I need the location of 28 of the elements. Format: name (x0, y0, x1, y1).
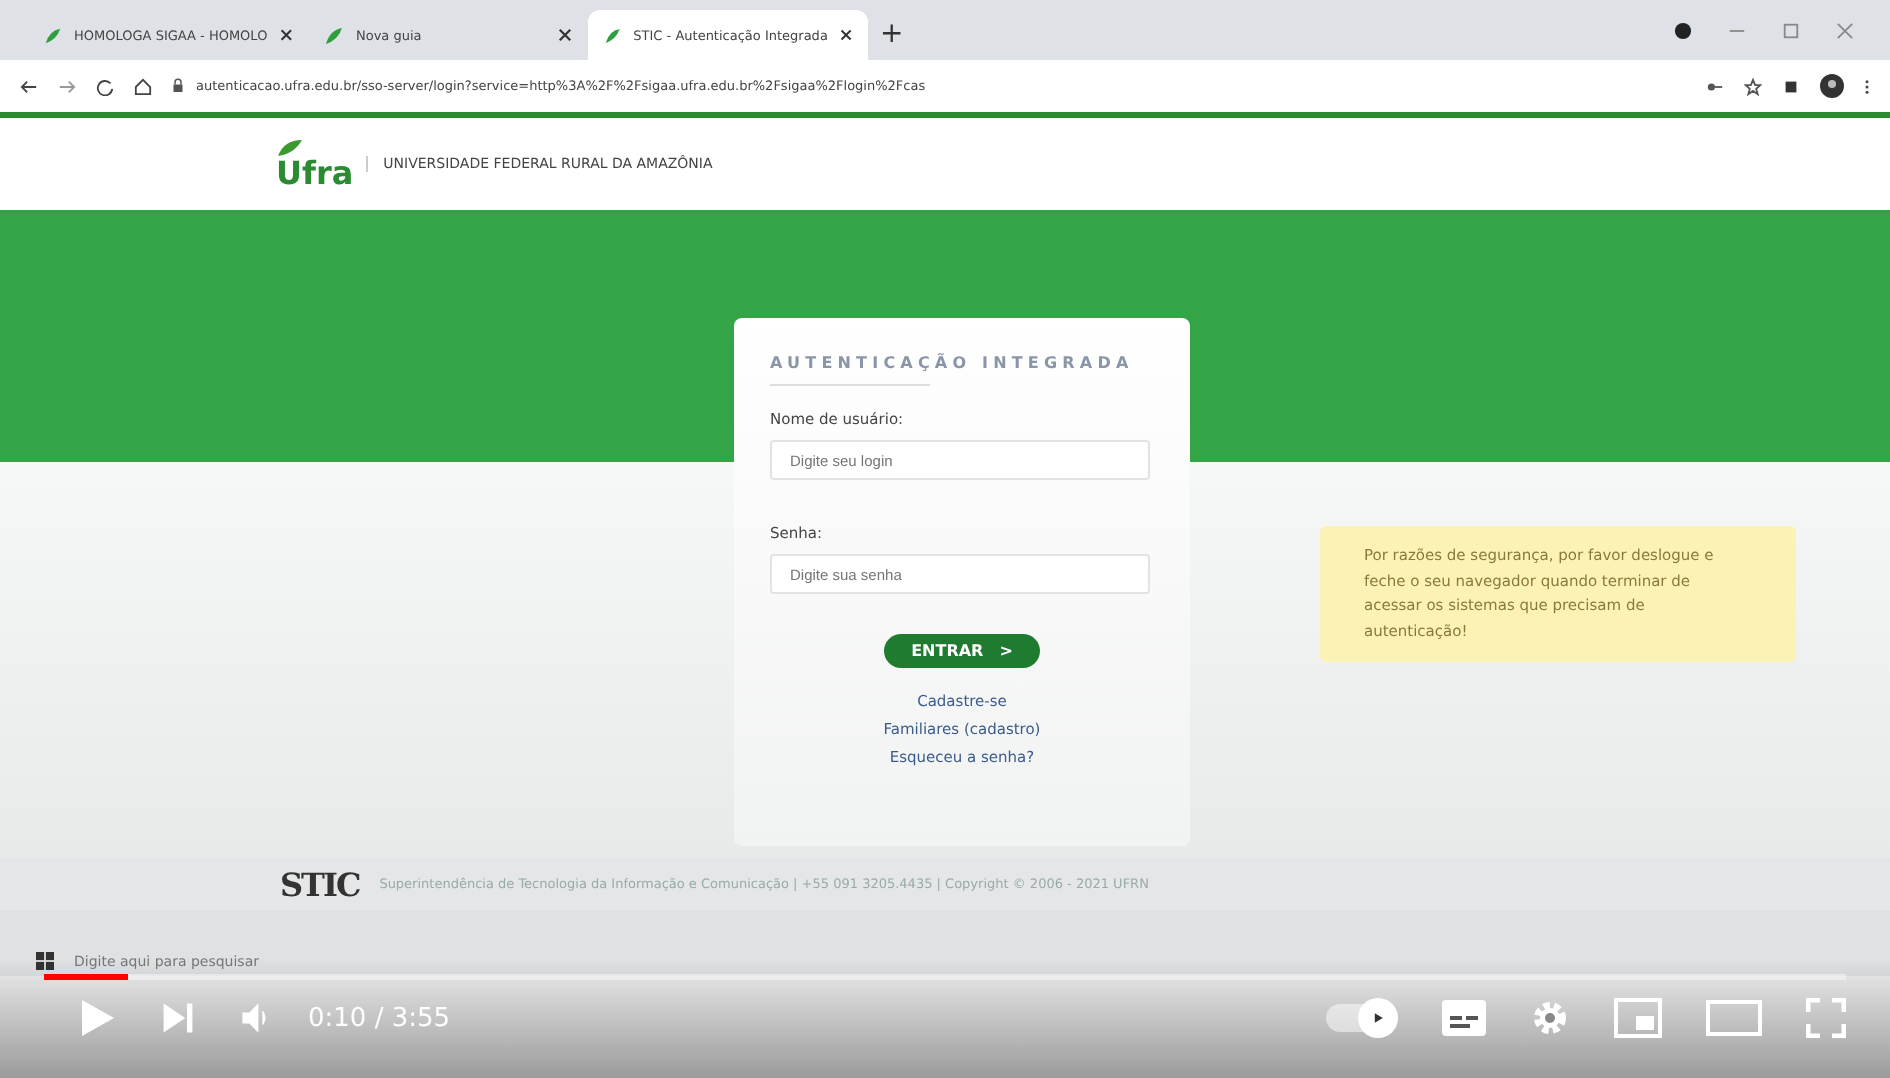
close-icon[interactable] (558, 28, 572, 42)
forward-arrow-icon[interactable] (58, 77, 76, 95)
back-arrow-icon[interactable] (20, 77, 38, 95)
star-icon[interactable] (1744, 77, 1762, 95)
favicon-icon (604, 25, 622, 45)
avatar-icon[interactable] (1820, 74, 1844, 98)
time-display: 0:10 / 3:55 (308, 1003, 451, 1033)
home-icon[interactable] (134, 77, 152, 95)
lock-icon (172, 78, 184, 94)
stic-logo: STIC (280, 865, 360, 903)
favicon-icon (324, 25, 344, 45)
autoplay-toggle[interactable] (1326, 1004, 1398, 1032)
play-icon (1370, 1010, 1386, 1026)
close-icon[interactable] (839, 28, 852, 42)
close-icon[interactable] (279, 28, 292, 42)
key-icon[interactable] (1706, 77, 1724, 95)
university-logo: Ufra (276, 158, 354, 190)
menu-icon[interactable] (1864, 77, 1870, 95)
maximize-icon[interactable] (1782, 22, 1800, 40)
login-button[interactable]: ENTRAR > (883, 634, 1041, 668)
windows-icon[interactable] (36, 952, 54, 970)
leaf-icon (276, 138, 304, 158)
settings-icon[interactable] (1530, 998, 1570, 1038)
new-tab-button[interactable]: + (880, 18, 904, 50)
favicon-icon (44, 25, 63, 45)
subtitles-icon[interactable] (1442, 1000, 1486, 1036)
login-title: AUTENTICAÇÃO INTEGRADA (770, 354, 1134, 372)
reload-icon[interactable] (96, 77, 114, 95)
